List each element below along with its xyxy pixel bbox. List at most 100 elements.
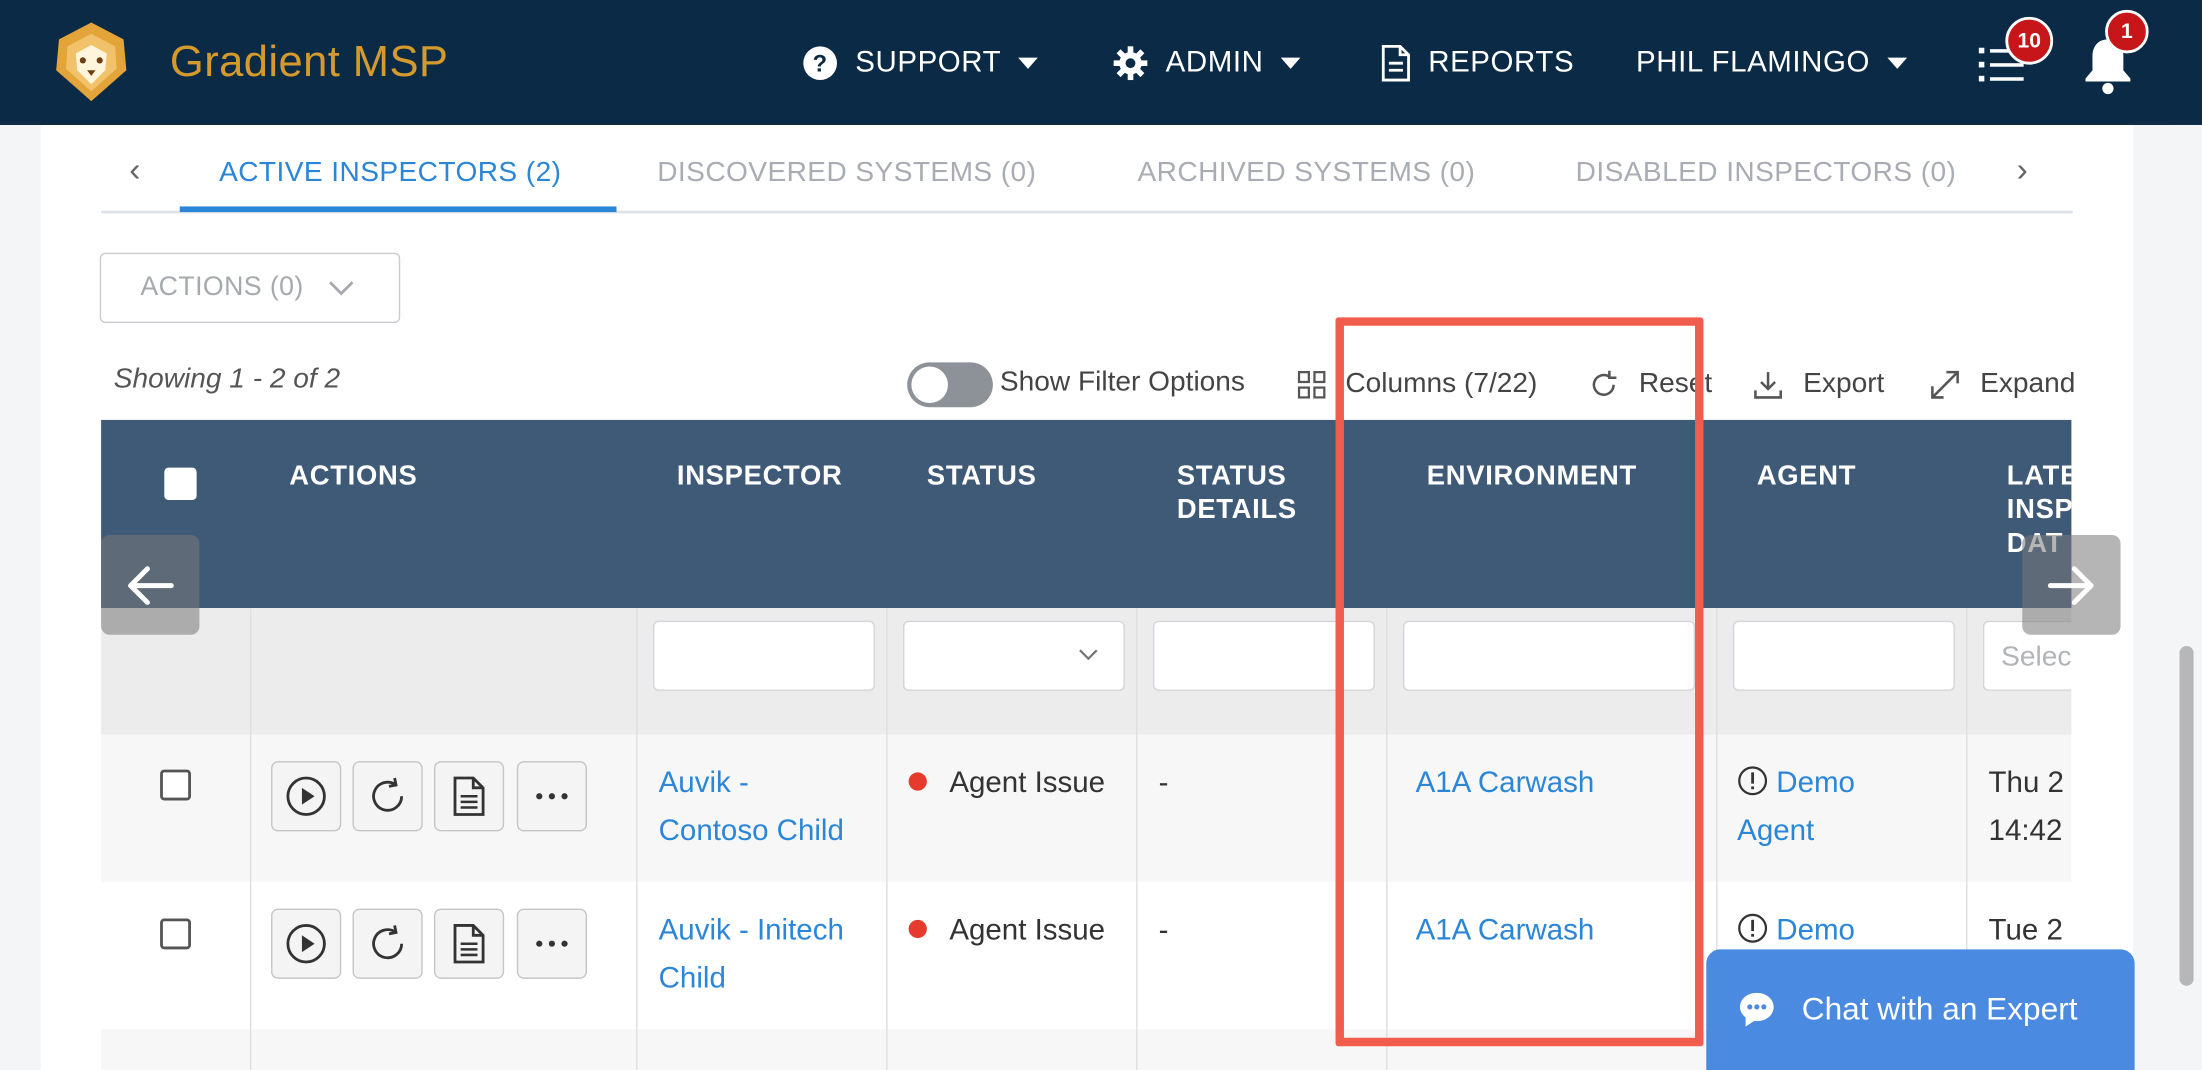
lion-logo-icon[interactable]: [53, 20, 129, 104]
agent-filter-input[interactable]: [1732, 620, 1955, 691]
tabs-prev-icon[interactable]: ‹: [129, 152, 140, 191]
run-inspector-button[interactable]: [271, 908, 342, 979]
export-label: Export: [1803, 367, 1885, 399]
support-label: SUPPORT: [855, 46, 1002, 79]
scroll-right-button[interactable]: [2022, 535, 2121, 635]
file-icon: [453, 924, 485, 964]
export-button[interactable]: Export: [1753, 367, 1885, 400]
refresh-icon: [372, 925, 404, 960]
agent-link-line-1: Demo: [1776, 766, 1855, 800]
report-button[interactable]: [433, 908, 505, 979]
status-details-cell: -: [1158, 766, 1169, 800]
support-menu[interactable]: ? SUPPORT: [802, 42, 1038, 84]
status-details-cell: -: [1158, 914, 1169, 947]
column-header-status-details[interactable]: STATUS DETAILS: [1177, 459, 1297, 526]
brand-name[interactable]: Gradient MSP: [170, 37, 448, 88]
column-divider: [249, 608, 252, 1070]
column-header-actions[interactable]: ACTIONS: [289, 459, 417, 493]
help-circle-icon: ?: [803, 46, 837, 81]
chat-bubble-icon: [1739, 992, 1774, 1027]
scroll-left-button[interactable]: [101, 535, 200, 635]
chevron-down-icon: [1280, 57, 1300, 69]
more-options-button[interactable]: [516, 761, 588, 832]
table-header: [101, 419, 2072, 609]
notifications-count-badge: 1: [2105, 9, 2149, 54]
play-icon: [286, 776, 326, 816]
bulk-actions-label: ACTIONS (0): [140, 272, 304, 302]
warning-icon: [1738, 913, 1768, 943]
chevron-down-icon: [329, 281, 354, 296]
more-icon: [536, 940, 568, 947]
inspector-link[interactable]: Auvik - Initech Child: [659, 907, 844, 1002]
more-options-button[interactable]: [516, 908, 588, 979]
document-icon: [1381, 44, 1410, 82]
chevron-down-icon: [1079, 649, 1098, 661]
tasks-count-badge: 10: [2005, 16, 2054, 65]
more-icon: [536, 793, 568, 800]
chevron-down-icon: [1886, 57, 1907, 69]
column-header-status[interactable]: STATUS: [927, 459, 1037, 493]
grid-icon: [1297, 370, 1326, 398]
expand-button[interactable]: Expand: [1930, 368, 2075, 400]
run-inspector-button[interactable]: [271, 761, 342, 832]
arrow-left-icon: [128, 565, 174, 605]
admin-menu[interactable]: ADMIN: [1112, 42, 1300, 84]
latest-date-line-2: 14:42: [1988, 814, 2063, 847]
column-divider: [886, 608, 888, 1070]
inspector-link[interactable]: Auvik - Contoso Child: [659, 760, 844, 855]
environment-column-highlight: [1335, 317, 1704, 1047]
reports-link[interactable]: REPORTS: [1380, 42, 1574, 84]
latest-line-1: LATE: [2006, 460, 2072, 492]
chat-label: Chat with an Expert: [1801, 991, 2078, 1027]
warning-icon: [1738, 766, 1768, 796]
date-select-placeholder: Selec: [2001, 641, 2072, 673]
file-icon: [453, 776, 485, 816]
row-checkbox[interactable]: [160, 769, 191, 801]
filter-options-toggle[interactable]: [907, 362, 993, 408]
arrow-right-icon: [2047, 565, 2094, 605]
latest-line-2: INSP: [2006, 494, 2072, 526]
top-navigation-bar: Gradient MSP ? SUPPORT ADMIN REPORTS PHI…: [0, 0, 2202, 125]
toggle-knob: [911, 366, 948, 404]
refresh-icon: [372, 777, 404, 812]
refresh-button[interactable]: [352, 908, 423, 979]
play-icon: [286, 924, 326, 964]
status-filter-select[interactable]: [902, 620, 1125, 691]
agent-cell[interactable]: Demo Agent: [1737, 760, 1855, 855]
refresh-button[interactable]: [352, 761, 423, 832]
column-divider: [636, 608, 638, 1070]
status-error-dot: [908, 919, 927, 939]
status-error-dot: [908, 772, 927, 791]
agent-cell[interactable]: Demo: [1737, 907, 1855, 955]
select-all-checkbox[interactable]: [164, 467, 197, 500]
filter-options-label[interactable]: Show Filter Options: [1000, 367, 1245, 399]
tab-discovered-systems[interactable]: DISCOVERED SYSTEMS (0): [657, 157, 1036, 189]
page-scrollbar-thumb[interactable]: [2179, 645, 2194, 986]
chat-with-expert-button[interactable]: Chat with an Expert: [1706, 949, 2135, 1070]
column-header-agent[interactable]: AGENT: [1757, 459, 1856, 493]
column-divider: [1136, 608, 1138, 1070]
tab-disabled-inspectors[interactable]: DISABLED INSPECTORS (0): [1576, 157, 1957, 189]
agent-link-line-2: Agent: [1737, 814, 1815, 847]
chevron-down-icon: [1018, 57, 1038, 69]
report-button[interactable]: [433, 761, 505, 832]
column-header-inspector[interactable]: INSPECTOR: [677, 459, 843, 493]
tabs-next-icon[interactable]: ›: [2017, 152, 2028, 191]
inspector-name-line-1: Auvik -: [658, 766, 749, 800]
latest-date-line-1: Thu 2: [1988, 766, 2064, 800]
latest-date-cell: Thu 2 14:42: [1989, 760, 2072, 855]
user-menu[interactable]: PHIL FLAMINGO: [1636, 42, 1907, 84]
tab-archived-systems[interactable]: ARCHIVED SYSTEMS (0): [1138, 157, 1476, 189]
inspector-filter-input[interactable]: [653, 620, 875, 691]
row-checkbox[interactable]: [160, 918, 191, 950]
status-text: Agent Issue: [949, 766, 1106, 800]
svg-text:?: ?: [813, 51, 828, 78]
status-details-line-1: STATUS: [1176, 460, 1287, 492]
bulk-actions-dropdown[interactable]: ACTIONS (0): [99, 252, 401, 323]
status-text: Agent Issue: [949, 914, 1106, 947]
tab-active-inspectors[interactable]: ACTIVE INSPECTORS (2): [219, 157, 561, 189]
inspector-name-line-2: Child: [658, 961, 726, 995]
admin-label: ADMIN: [1165, 46, 1264, 79]
agent-link-line-1: Demo: [1776, 914, 1855, 947]
gear-icon: [1113, 46, 1148, 81]
